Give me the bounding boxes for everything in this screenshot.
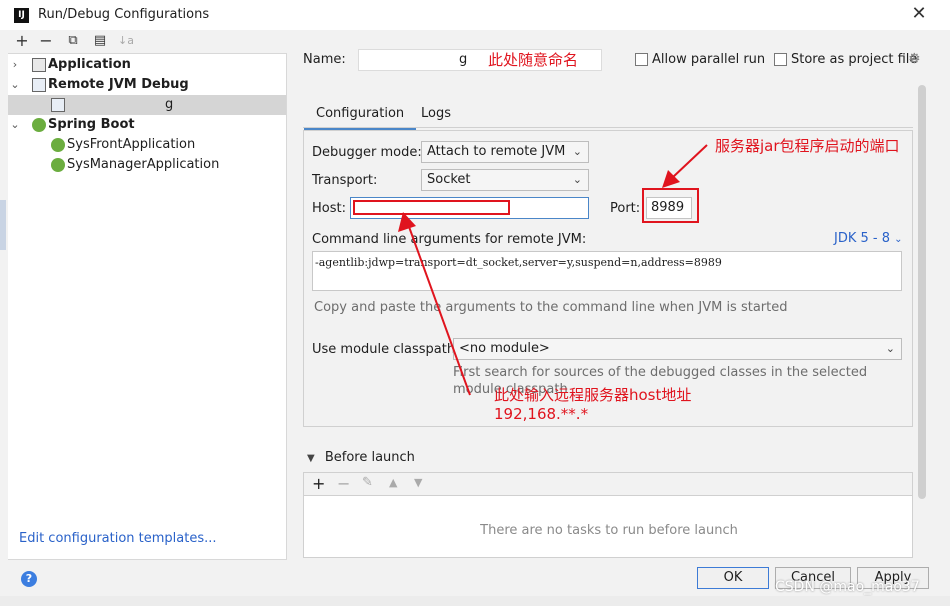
add-icon[interactable]: + (312, 474, 325, 493)
before-launch-title: Before launch (324, 450, 415, 465)
edit-icon[interactable]: ✎ (362, 475, 373, 490)
host-arrow-head (398, 212, 416, 232)
move-down-icon[interactable]: ▼ (414, 476, 422, 489)
vertical-scrollbar[interactable] (918, 85, 926, 499)
host-arrow-line (407, 223, 471, 396)
before-launch-header[interactable]: ▼ Before launch (307, 450, 415, 465)
before-launch-toolbar: + − ✎ ▲ ▼ (303, 472, 913, 496)
ok-button[interactable]: OK (697, 567, 769, 589)
remove-icon[interactable]: − (337, 474, 350, 493)
move-up-icon[interactable]: ▲ (389, 476, 397, 489)
before-launch-list: There are no tasks to run before launch (303, 496, 913, 558)
chevron-down-icon: ▼ (307, 453, 315, 464)
port-arrow-line (671, 144, 708, 179)
bottom-strip (0, 596, 950, 606)
before-launch-empty-text: There are no tasks to run before launch (480, 523, 738, 538)
watermark: CSDN @mao_mao37 (775, 579, 920, 595)
